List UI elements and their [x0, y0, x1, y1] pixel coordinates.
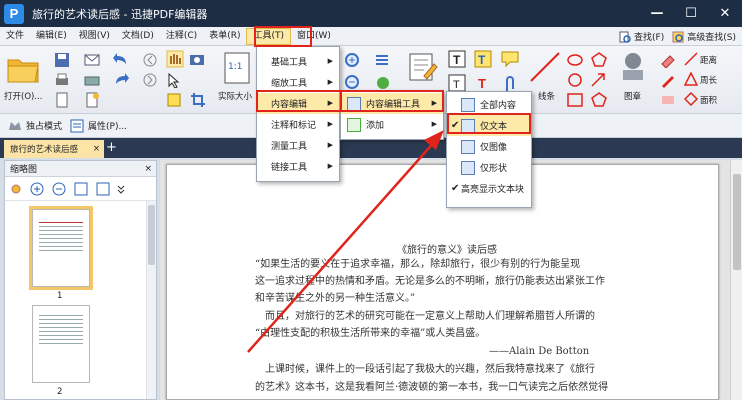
annotation-arrow: [247, 130, 444, 353]
